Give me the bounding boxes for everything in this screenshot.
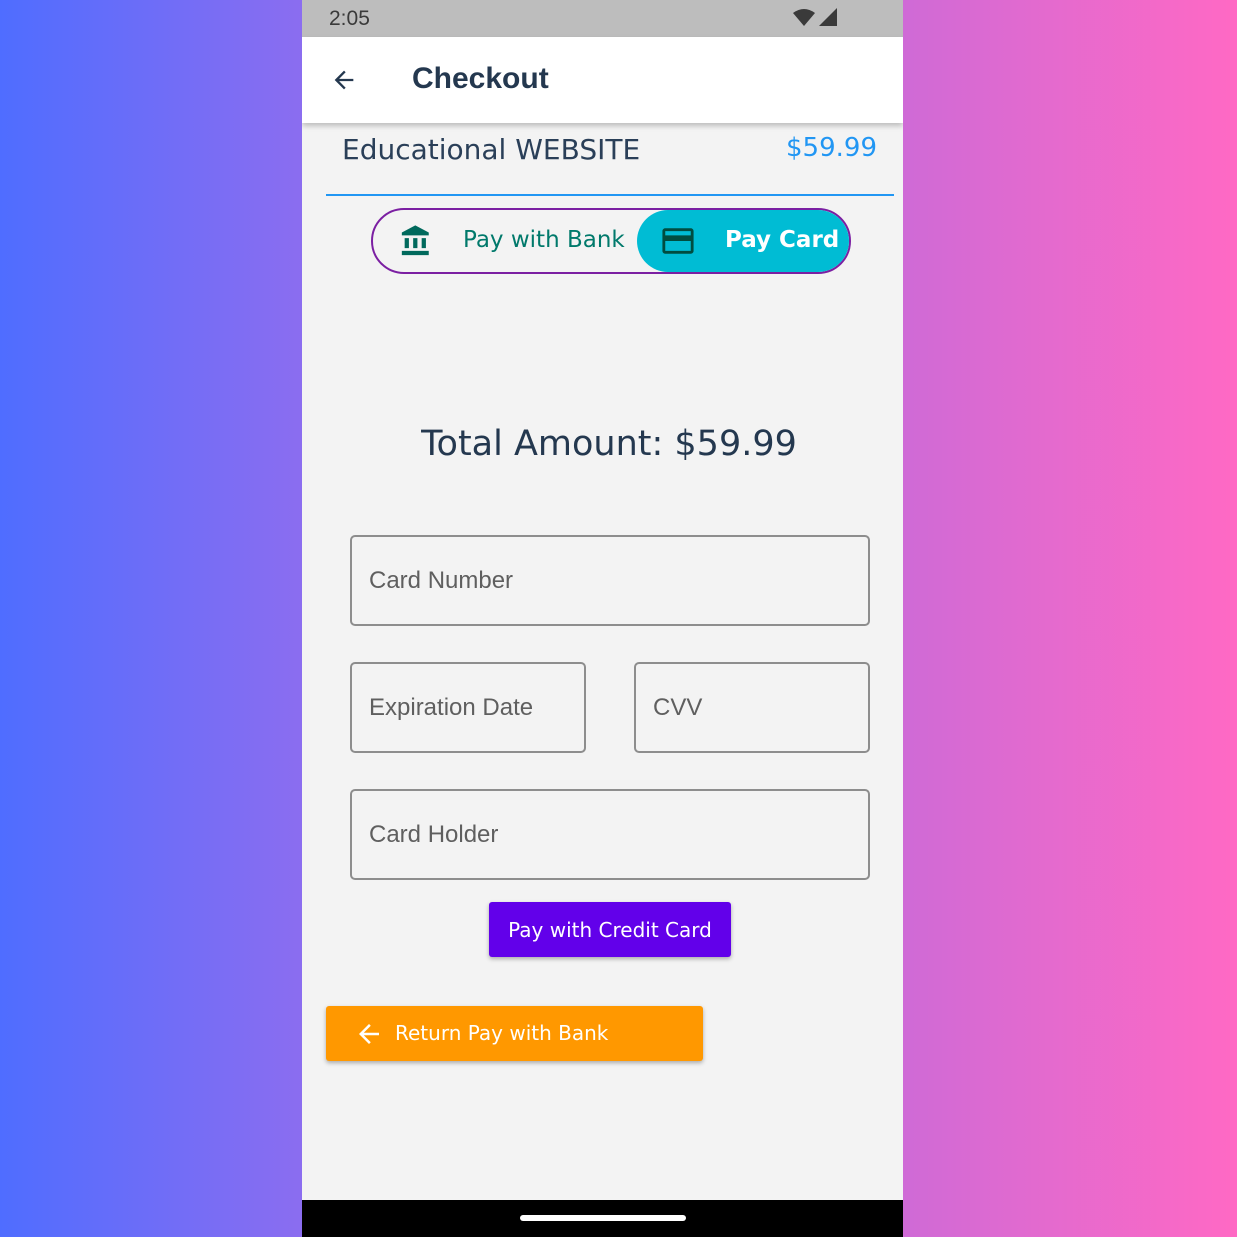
product-price: $59.99 bbox=[786, 133, 877, 163]
navigation-bar bbox=[302, 1200, 903, 1237]
pay-card-label: Pay Card bbox=[725, 227, 840, 253]
return-button-label: Return Pay with Bank bbox=[395, 1021, 609, 1045]
card-number-input[interactable] bbox=[350, 535, 870, 626]
cell-signal-icon bbox=[819, 8, 837, 26]
status-icons bbox=[793, 8, 837, 26]
credit-card-icon bbox=[662, 228, 694, 254]
back-button[interactable] bbox=[326, 62, 362, 98]
pay-with-bank-label: Pay with Bank bbox=[463, 227, 625, 253]
total-amount: Total Amount: $59.99 bbox=[421, 424, 797, 464]
product-name: Educational WEBSITE bbox=[342, 133, 641, 166]
status-bar: 2:05 bbox=[302, 0, 903, 37]
bank-icon bbox=[401, 225, 429, 256]
page-title: Checkout bbox=[412, 62, 549, 95]
pay-with-bank-option[interactable]: Pay with Bank bbox=[373, 210, 637, 272]
cvv-input[interactable] bbox=[634, 662, 870, 753]
arrow-back-icon bbox=[334, 70, 354, 90]
payment-method-toggle: Pay with Bank Pay Card bbox=[371, 208, 851, 274]
pay-with-credit-card-button[interactable]: Pay with Credit Card bbox=[489, 902, 731, 957]
card-holder-input[interactable] bbox=[350, 789, 870, 880]
wifi-icon bbox=[793, 9, 815, 26]
home-indicator[interactable] bbox=[520, 1215, 686, 1221]
phone-screen: 2:05 Checkout Educational WEBSITE $59.99… bbox=[302, 0, 903, 1237]
return-pay-with-bank-button[interactable]: Return Pay with Bank bbox=[326, 1006, 703, 1061]
app-bar: Checkout bbox=[302, 37, 903, 123]
divider bbox=[326, 194, 894, 196]
status-time: 2:05 bbox=[329, 7, 370, 30]
expiration-date-input[interactable] bbox=[350, 662, 586, 753]
pay-card-option[interactable]: Pay Card bbox=[637, 210, 849, 272]
arrow-back-icon bbox=[359, 1024, 379, 1044]
